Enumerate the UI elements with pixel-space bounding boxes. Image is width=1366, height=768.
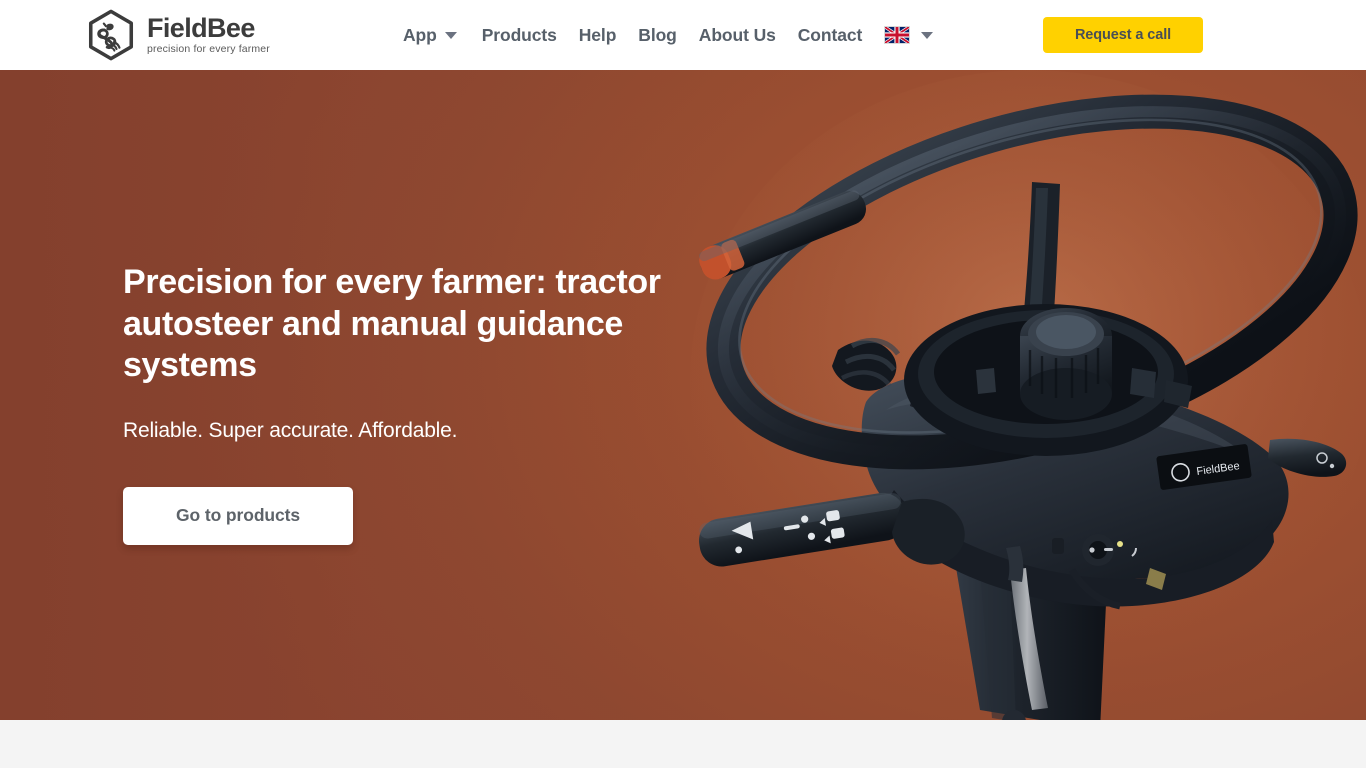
hero-section: FieldBee Precision for every farmer: tra… xyxy=(0,70,1366,720)
next-section-placeholder xyxy=(0,720,1366,768)
language-selector[interactable] xyxy=(884,26,934,44)
logo-text: FieldBee precision for every farmer xyxy=(147,12,270,56)
hero-title: Precision for every farmer: tractor auto… xyxy=(123,263,661,384)
uk-flag-icon xyxy=(884,26,911,44)
hero-subtitle: Reliable. Super accurate. Affordable. xyxy=(123,418,458,442)
hexagon-bee-logo-icon xyxy=(88,9,134,61)
go-to-products-button[interactable]: Go to products xyxy=(123,486,353,545)
nav-item-products[interactable]: Products xyxy=(482,25,557,46)
nav-item-blog[interactable]: Blog xyxy=(638,25,677,46)
nav-item-help[interactable]: Help xyxy=(579,25,617,46)
nav-item-contact[interactable]: Contact xyxy=(798,25,863,46)
nav-item-app[interactable]: App xyxy=(403,25,457,46)
nav-label-app: App xyxy=(403,24,437,45)
site-header: FieldBee precision for every farmer App … xyxy=(0,0,1366,70)
logo-tagline: precision for every farmer xyxy=(147,43,270,56)
chevron-down-icon xyxy=(444,31,457,39)
chevron-down-icon xyxy=(921,31,934,39)
main-navigation: App Products Help Blog About Us Contact xyxy=(403,0,934,70)
logo-name: FieldBee xyxy=(147,12,255,43)
nav-item-about-us[interactable]: About Us xyxy=(699,25,776,46)
logo[interactable]: FieldBee precision for every farmer xyxy=(84,8,270,62)
hero-content: Precision for every farmer: tractor auto… xyxy=(123,262,683,545)
request-a-call-button[interactable]: Request a call xyxy=(1043,17,1203,53)
